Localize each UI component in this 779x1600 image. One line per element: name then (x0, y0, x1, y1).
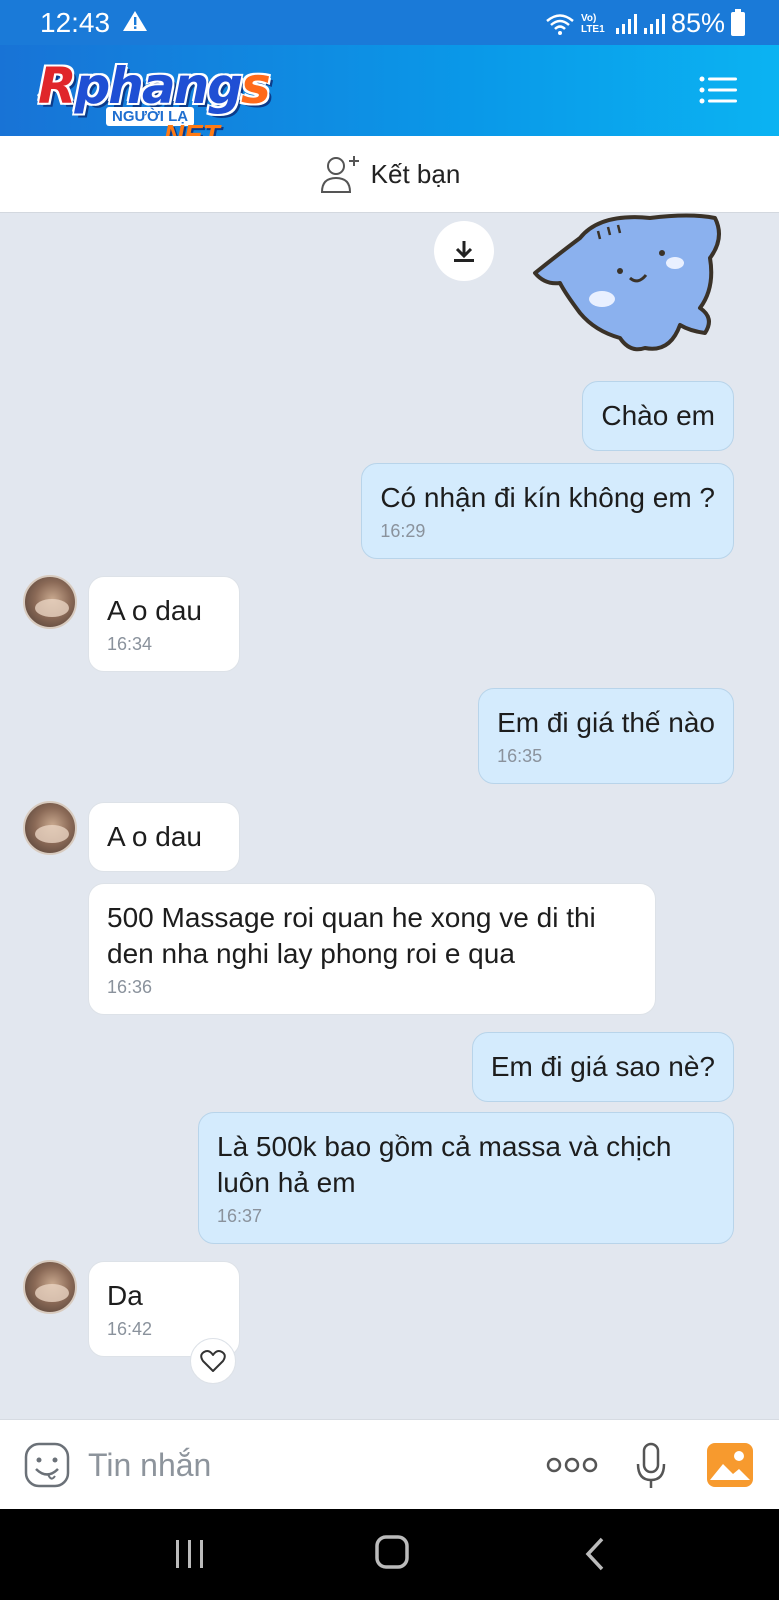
sticker-image[interactable] (520, 213, 735, 358)
message-bubble-in[interactable]: 500 Massage roi quan he xong ve di thi d… (88, 883, 656, 1015)
message-text: Em đi giá thế nào (497, 707, 715, 738)
network-label: Vo) LTE1 (580, 12, 605, 35)
wifi-icon (546, 13, 574, 35)
message-bubble-in[interactable]: A o dau 16:34 (88, 576, 240, 672)
message-bubble-out[interactable]: Có nhận đi kín không em ? 16:29 (361, 463, 734, 559)
watermark-logo: Rphangs NGƯỜI LẠ .NET (38, 57, 278, 150)
message-input-bar (0, 1419, 779, 1509)
message-bubble-out[interactable]: Em đi giá sao nè? (471, 1032, 734, 1102)
menu-icon[interactable] (699, 75, 737, 105)
signal-icon-2 (643, 13, 665, 34)
message-text: Có nhận đi kín không em ? (380, 482, 715, 513)
message-time: 16:35 (497, 746, 543, 766)
message-time: 16:42 (107, 1319, 153, 1339)
emoji-icon[interactable] (24, 1442, 70, 1488)
add-friend-bar[interactable]: Kết bạn (0, 136, 779, 213)
more-icon[interactable] (546, 1454, 598, 1476)
warning-icon (123, 11, 147, 31)
nav-recents-icon[interactable] (172, 1537, 208, 1571)
chat-area[interactable]: Chào em Có nhận đi kín không em ? 16:29 … (0, 213, 779, 1419)
app-header: ‹ Rphangs NGƯỜI LẠ .NET (0, 45, 779, 150)
avatar[interactable] (23, 801, 77, 855)
message-text: 500 Massage roi quan he xong ve di thi d… (107, 902, 596, 969)
message-time: 16:36 (107, 977, 153, 997)
message-time: 16:37 (217, 1206, 263, 1226)
add-friend-icon (320, 156, 359, 193)
message-text: Da (107, 1280, 143, 1311)
nav-back-icon[interactable] (580, 1535, 610, 1573)
mic-icon[interactable] (634, 1442, 668, 1490)
message-text: Em đi giá sao nè? (490, 1051, 715, 1082)
message-bubble-out[interactable]: Em đi giá thế nào 16:35 (478, 688, 734, 784)
system-nav-bar (0, 1509, 779, 1600)
react-heart-button[interactable] (190, 1338, 236, 1384)
avatar[interactable] (23, 575, 77, 629)
message-text: Là 500k bao gồm cả massa và chịch luôn h… (217, 1131, 672, 1198)
message-bubble-out[interactable]: Là 500k bao gồm cả massa và chịch luôn h… (198, 1112, 734, 1244)
message-text: A o dau (107, 821, 202, 852)
status-indicators: Vo) LTE1 85% (545, 8, 745, 39)
message-text: Chào em (601, 400, 715, 431)
download-icon (454, 241, 474, 262)
image-icon[interactable] (706, 1442, 754, 1488)
message-bubble-out[interactable]: Chào em (582, 381, 734, 451)
message-time: 16:29 (380, 521, 426, 541)
battery-percent: 85% (670, 8, 725, 38)
add-friend-label: Kết bạn (370, 158, 461, 189)
status-time: 12:43 (40, 7, 111, 38)
signal-icon (615, 13, 637, 34)
message-input[interactable] (88, 1442, 508, 1488)
message-bubble-in[interactable]: A o dau (88, 802, 240, 872)
nav-home-icon[interactable] (374, 1533, 410, 1571)
status-bar: 12:43 Vo) LTE1 85% (0, 0, 779, 45)
battery-icon (731, 8, 745, 36)
message-text: A o dau (107, 595, 202, 626)
message-time: 16:34 (107, 634, 153, 654)
heart-icon (200, 1350, 226, 1372)
download-button[interactable] (434, 221, 494, 281)
avatar[interactable] (23, 1260, 77, 1314)
